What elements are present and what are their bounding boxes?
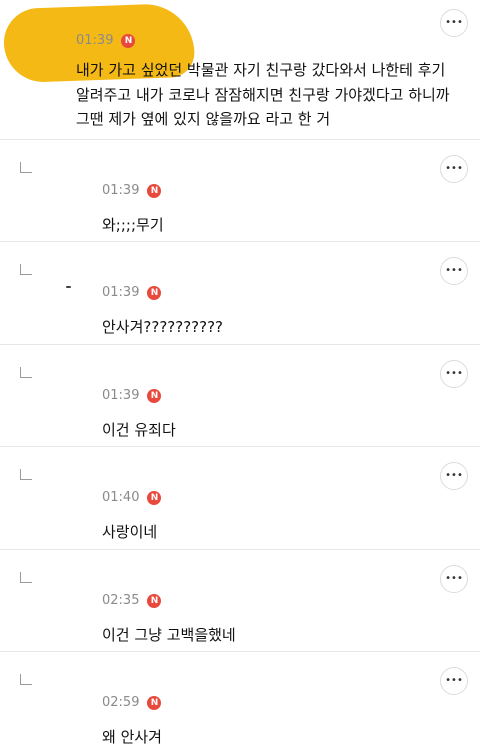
reply-arrow-icon xyxy=(20,674,32,685)
reply-arrow-icon xyxy=(20,469,32,480)
more-options-icon: ••• xyxy=(445,470,463,481)
more-options-button[interactable]: ••• xyxy=(440,257,468,285)
more-options-icon: ••• xyxy=(445,368,463,379)
reply-text: 이건 그냥 고백을했네 xyxy=(102,626,236,644)
reply-arrow-icon xyxy=(20,367,32,378)
reply-meta: 01:39 N xyxy=(102,183,162,198)
more-options-icon: ••• xyxy=(445,573,463,584)
reply-text: 사랑이네 xyxy=(102,523,158,541)
new-badge-icon: N xyxy=(147,490,162,505)
reply-meta: 01:39 N xyxy=(102,285,162,300)
comment-line: 그땐 제가 옆에 있지 않을까요 라고 한 거 xyxy=(76,110,331,128)
more-options-button[interactable]: ••• xyxy=(440,565,468,593)
main-comment: 01:39 N ••• 내가 가고 싶었던 박물관 자기 친구랑 갔다와서 나한… xyxy=(0,0,480,138)
reply-text: 안사겨?????????? xyxy=(102,318,224,336)
more-options-button[interactable]: ••• xyxy=(440,155,468,183)
reply-text: 왜 안사겨 xyxy=(102,728,162,746)
reply-item: 02:35 N ••• 이건 그냥 고백을했네 xyxy=(0,550,480,651)
reply-text: 이건 유죄다 xyxy=(102,421,176,439)
more-options-button[interactable]: ••• xyxy=(440,667,468,695)
more-options-button[interactable]: ••• xyxy=(440,9,468,37)
comment-body: 내가 가고 싶었던 박물관 자기 친구랑 갔다와서 나한테 후기 알려주고 내가… xyxy=(76,58,466,132)
more-options-icon: ••• xyxy=(445,17,463,28)
comment-time: 01:39 xyxy=(76,33,114,48)
new-badge-icon: N xyxy=(147,593,162,608)
reply-time: 01:39 xyxy=(102,388,140,403)
reply-item: 01:39 N ••• 이건 유죄다 xyxy=(0,345,480,446)
reply-meta: 01:40 N xyxy=(102,490,162,505)
reply-time: 01:39 xyxy=(102,285,140,300)
speck xyxy=(66,286,71,288)
more-options-icon: ••• xyxy=(445,675,463,686)
comment-meta: 01:39 N xyxy=(76,33,136,48)
comment-line: 내가 가고 싶었던 박물관 자기 친구랑 갔다와서 나한테 후기 xyxy=(76,61,446,79)
reply-meta: 01:39 N xyxy=(102,388,162,403)
more-options-button[interactable]: ••• xyxy=(440,360,468,388)
reply-item: 01:40 N ••• 사랑이네 xyxy=(0,447,480,548)
reply-arrow-icon xyxy=(20,162,32,173)
more-options-icon: ••• xyxy=(445,163,463,174)
reply-time: 01:39 xyxy=(102,183,140,198)
reply-time: 02:35 xyxy=(102,593,140,608)
new-badge-icon: N xyxy=(147,285,162,300)
new-badge-icon: N xyxy=(147,388,162,403)
reply-item: 02:59 N ••• 왜 안사겨 xyxy=(0,652,480,753)
reply-arrow-icon xyxy=(20,572,32,583)
reply-meta: 02:35 N xyxy=(102,593,162,608)
reply-item: 01:39 N ••• 안사겨?????????? xyxy=(0,242,480,343)
reply-meta: 02:59 N xyxy=(102,695,162,710)
reply-time: 02:59 xyxy=(102,695,140,710)
new-badge-icon: N xyxy=(147,695,162,710)
more-options-button[interactable]: ••• xyxy=(440,462,468,490)
reply-text: 와;;;;무기 xyxy=(102,216,164,234)
comment-line: 알려주고 내가 코로나 잠잠해지면 친구랑 가야겠다고 하니까 xyxy=(76,85,450,104)
reply-arrow-icon xyxy=(20,264,32,275)
reply-item: 01:39 N ••• 와;;;;무기 xyxy=(0,140,480,241)
new-badge-icon: N xyxy=(121,33,136,48)
more-options-icon: ••• xyxy=(445,265,463,276)
reply-time: 01:40 xyxy=(102,490,140,505)
new-badge-icon: N xyxy=(147,183,162,198)
